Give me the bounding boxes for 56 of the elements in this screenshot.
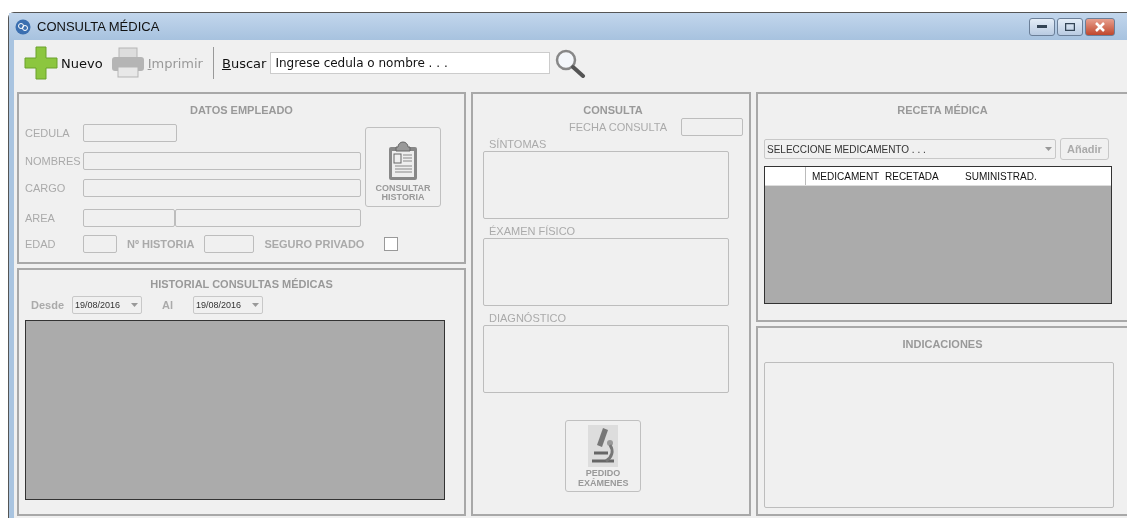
panel-title: INDICACIONES — [902, 338, 983, 350]
search-icon[interactable] — [554, 48, 587, 78]
plus-icon — [24, 46, 58, 80]
field-label: AREA — [25, 212, 56, 224]
fecha-field[interactable] — [681, 118, 743, 136]
text-area[interactable] — [764, 362, 1114, 508]
field-label: Desde — [31, 299, 65, 311]
field-label: NOMBRES — [25, 155, 82, 167]
field-label: EDAD — [25, 238, 57, 250]
edad-field[interactable] — [83, 235, 117, 253]
panel-title: RECETA MÉDICA — [897, 104, 988, 116]
date-picker[interactable]: 19/08/2016 — [72, 296, 143, 314]
field-label: Al — [162, 299, 174, 311]
checkbox[interactable] — [384, 237, 399, 251]
nombres-field[interactable] — [83, 152, 361, 170]
panel-title: HISTORIAL CONSULTAS MÉDICAS — [150, 278, 333, 290]
field-label: DIAGNÓSTICO — [489, 312, 566, 324]
search-label: Buscar — [221, 55, 267, 71]
field-label: SEGURO PRIVADO — [264, 238, 365, 250]
cargo-field[interactable] — [83, 179, 361, 197]
window-title: CONSULTA MÉDICA — [37, 19, 160, 34]
search-field[interactable]: Ingrese cedula o nombre . . . — [270, 52, 551, 74]
column-header: SUMINISTRAD. — [964, 169, 1038, 184]
date-picker[interactable]: 19/08/2016 — [193, 296, 264, 314]
field-label: Nº HISTORIA — [127, 238, 195, 250]
historia-field[interactable] — [204, 235, 255, 253]
field-label: FECHA CONSULTA — [569, 121, 667, 133]
close-button[interactable] — [1085, 17, 1115, 36]
field-label: SÍNTOMAS — [489, 138, 547, 150]
field-label: ÉXAMEN FÍSICO — [489, 225, 576, 237]
minimize-button[interactable] — [1029, 17, 1055, 36]
area-field[interactable] — [175, 209, 361, 227]
text-area[interactable] — [483, 151, 729, 219]
field-label: CEDULA — [25, 127, 71, 139]
column-header: MEDICAMENT — [805, 167, 883, 185]
printer-icon — [110, 47, 145, 79]
text-area[interactable] — [483, 238, 729, 306]
text-area[interactable] — [483, 325, 729, 393]
app-icon — [15, 18, 31, 35]
new-button[interactable]: Nuevo — [22, 44, 105, 82]
microscope-icon — [588, 425, 618, 468]
field-label: CARGO — [25, 182, 67, 194]
minimize-icon — [1037, 24, 1047, 29]
caret-icon — [251, 302, 261, 308]
close-icon — [1095, 21, 1105, 32]
panel-title: DATOS EMPLEADO — [190, 104, 293, 116]
cedula-field[interactable] — [83, 124, 177, 142]
maximize-icon — [1065, 22, 1075, 31]
caret-icon — [130, 302, 140, 308]
medication-dropdown[interactable]: SELECCIONE MEDICAMENTO . . . — [764, 139, 1056, 159]
maximize-button[interactable] — [1057, 17, 1083, 36]
caret-icon — [1044, 146, 1053, 152]
area-field[interactable] — [83, 209, 175, 227]
clipboard-icon — [387, 140, 419, 181]
column-header: RECETADA — [884, 169, 940, 184]
panel-title: CONSULTA — [583, 104, 643, 116]
